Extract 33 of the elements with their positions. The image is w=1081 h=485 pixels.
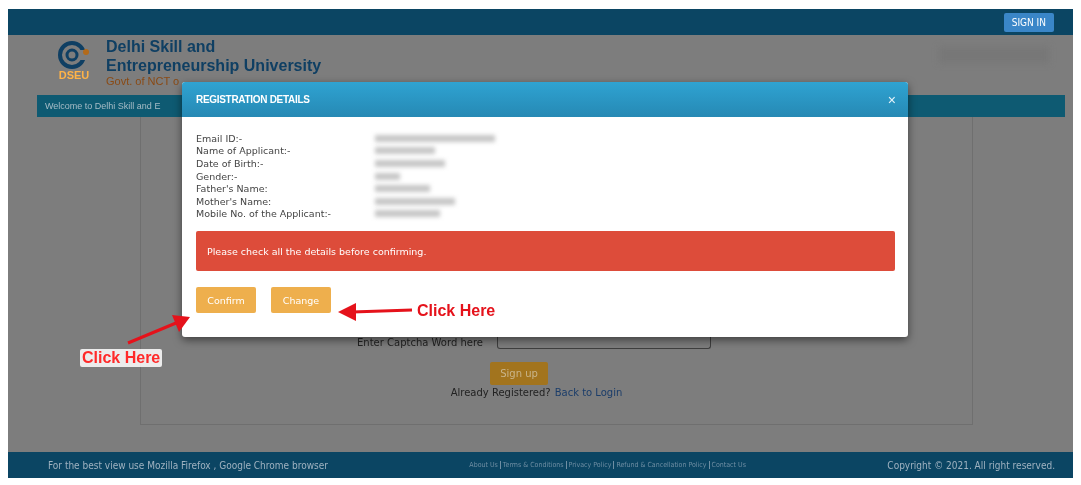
logo-icon xyxy=(57,40,91,70)
alert-message: Please check all the details before confirming. xyxy=(196,231,895,272)
logo-text: DSEU xyxy=(58,70,90,81)
welcome-text: Welcome to Delhi Skill and E xyxy=(45,101,161,111)
blurred-value xyxy=(375,172,400,180)
university-title: Delhi Skill and xyxy=(106,37,217,56)
close-button[interactable]: × xyxy=(887,91,896,108)
already-registered-text: Already Registered? xyxy=(450,387,551,398)
field-label: Date of Birth:- xyxy=(196,158,265,169)
blurred-value xyxy=(375,147,435,155)
field-label: Mobile No. of the Applicant:- xyxy=(196,208,333,220)
modal-button[interactable]: Confirm xyxy=(196,287,256,314)
modal-title: REGISTRATION DETAILS xyxy=(196,94,310,105)
blurred-value xyxy=(375,185,430,193)
blurred-value xyxy=(375,210,440,218)
blurred-value xyxy=(375,160,445,167)
field-label: Email ID:- xyxy=(196,132,244,144)
browser-note: For the best view use Mozilla Firefox , Google Chrome browser xyxy=(48,459,328,471)
field-label: Father's Name: xyxy=(196,183,269,195)
click-here-annotation: Click Here xyxy=(417,302,496,320)
field-label: Gender:- xyxy=(196,170,239,182)
captcha-label: Enter Captcha Word here xyxy=(357,336,483,348)
copyright-text: Copyright © 2021. All right reserved. xyxy=(887,459,1055,471)
field-label: Mother's Name: xyxy=(196,195,273,207)
sign-up-button[interactable]: Sign up xyxy=(490,362,548,385)
field-label: Name of Applicant:- xyxy=(196,145,292,157)
sign-in-button[interactable]: SIGN IN xyxy=(1003,12,1054,32)
arrow-annotation xyxy=(127,315,190,345)
modal-button[interactable]: Change xyxy=(271,287,331,314)
click-here-annotation: Click Here xyxy=(80,349,163,367)
government-subtitle: Govt. of NCT o xyxy=(106,75,181,88)
back-to-login-link[interactable]: Back to Login xyxy=(554,387,623,398)
university-title: Entrepreneurship University xyxy=(106,56,322,75)
